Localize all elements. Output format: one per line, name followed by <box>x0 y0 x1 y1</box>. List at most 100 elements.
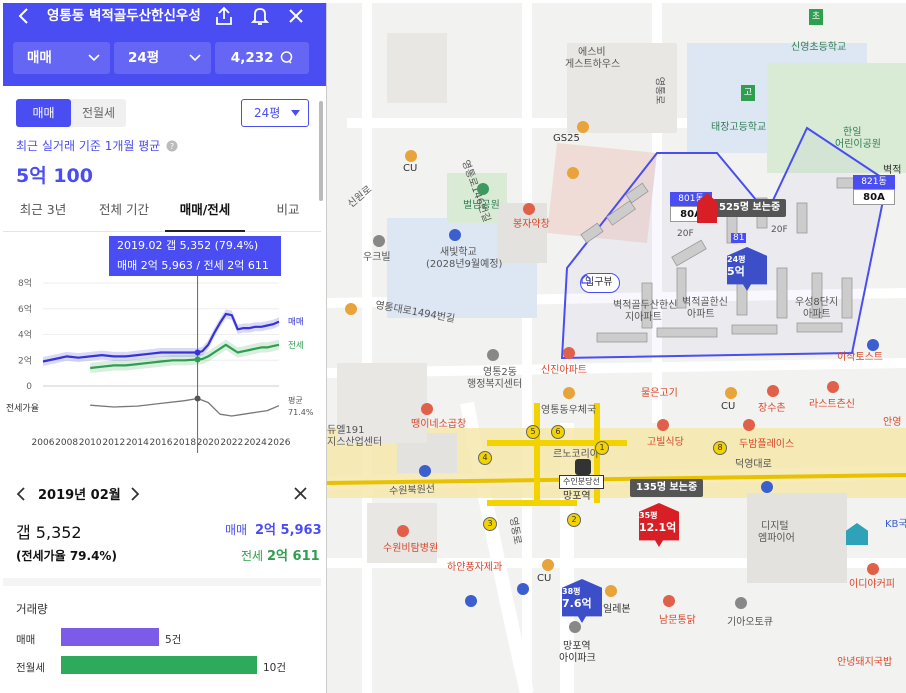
subway-station-icon[interactable] <box>575 459 591 475</box>
close-detail-icon[interactable] <box>294 487 307 500</box>
map-label[interactable]: 지아파트 <box>625 308 662 323</box>
building-icon[interactable] <box>373 235 385 247</box>
apartment-icon[interactable] <box>569 621 581 633</box>
map-label[interactable]: 벽적 <box>883 161 901 176</box>
map-label[interactable]: 아이파크 <box>559 649 596 664</box>
map-label[interactable]: 태장고등학교 <box>711 118 766 133</box>
map-label[interactable]: 이삭토스트 <box>837 348 883 363</box>
next-month-icon[interactable] <box>130 487 140 501</box>
map-label[interactable]: 어린이공원 <box>835 135 881 150</box>
map-label[interactable]: 남문통닭 <box>659 611 696 626</box>
car-service-icon[interactable] <box>735 597 747 609</box>
restaurant-icon[interactable] <box>421 403 433 415</box>
deal-type-select[interactable]: 매매 <box>13 42 110 74</box>
school-flag-icon[interactable]: 고 <box>741 85 755 101</box>
subway-exit-number[interactable]: 2 <box>567 513 581 527</box>
pyeong-dropdown[interactable]: 24평 <box>241 99 309 127</box>
tab-sale-jeonse[interactable]: 매매/전세 <box>165 198 245 232</box>
school-flag-icon[interactable]: 초 <box>809 9 823 25</box>
scrollbar[interactable] <box>319 101 323 201</box>
map-label[interactable]: 르노코리아 <box>553 445 599 460</box>
map-label[interactable]: 엠파이어 <box>758 529 795 544</box>
map-label[interactable]: 안영 <box>883 413 901 428</box>
park-icon[interactable] <box>477 183 489 195</box>
subway-exit-icon[interactable] <box>517 583 529 595</box>
map-label[interactable]: 이디야커피 <box>849 575 895 590</box>
map-label[interactable]: (2028년9월예정) <box>426 255 502 270</box>
tab-recent-3y[interactable]: 최근 3년 <box>13 198 73 232</box>
map-label[interactable]: 아파트 <box>687 305 715 320</box>
map-label[interactable]: 신영초등학교 <box>791 38 846 53</box>
subway-exit-number[interactable]: 3 <box>483 517 497 531</box>
map-label[interactable]: 수원비탐병원 <box>383 539 438 554</box>
pharmacy-icon[interactable] <box>523 203 535 215</box>
cafe-icon[interactable] <box>867 563 879 575</box>
bus-stop-icon[interactable] <box>465 595 477 607</box>
bus-stop-icon[interactable] <box>761 481 773 493</box>
restaurant-icon[interactable] <box>657 419 669 431</box>
map-label[interactable]: 기아오토큐 <box>727 613 773 628</box>
map-label[interactable]: 안녕돼지국밥 <box>837 653 892 668</box>
map-label[interactable]: 물은고기 <box>641 384 678 399</box>
restaurant-icon[interactable] <box>563 347 575 359</box>
map-label[interactable]: CU <box>537 573 551 584</box>
price-chart[interactable]: 8억 6억 4억 2억 0 전세가율 2006 2008 2010 2012 2014 2016 201… <box>3 273 321 453</box>
map-label[interactable]: 벌님공원 <box>463 196 500 211</box>
view-count-badge[interactable]: 525명 보는중 <box>713 199 787 217</box>
back-icon[interactable] <box>13 5 35 27</box>
restaurant-icon[interactable] <box>663 595 675 607</box>
map-label[interactable]: CU <box>721 401 735 412</box>
map-label[interactable]: 게스트하우스 <box>565 55 620 70</box>
comment-button[interactable]: 4,232 <box>215 42 309 74</box>
entrance-view-button[interactable]: 입구뷰 <box>580 273 620 293</box>
map-label[interactable]: 망포역 <box>563 487 591 502</box>
tab-compare[interactable]: 비교 <box>263 198 313 232</box>
bell-icon[interactable] <box>249 5 271 27</box>
convenience-store-icon[interactable] <box>542 559 554 571</box>
tab-all-period[interactable]: 전체 기간 <box>89 198 159 232</box>
convenience-store-icon[interactable] <box>605 585 617 597</box>
dong-number-partial[interactable]: 81 <box>731 233 747 243</box>
map-label[interactable]: 장수촌 <box>758 399 786 414</box>
prev-month-icon[interactable] <box>16 487 26 501</box>
dong-label-821[interactable]: 821동 80A <box>853 175 895 205</box>
school-icon[interactable] <box>449 229 461 241</box>
convenience-store-icon[interactable] <box>405 150 417 162</box>
subway-line-label[interactable]: 수인분당선 <box>559 475 604 489</box>
map-label[interactable]: 아파트 <box>803 305 831 320</box>
convenience-store-icon[interactable] <box>567 167 579 179</box>
hospital-icon[interactable] <box>397 525 409 537</box>
area-select[interactable]: 24평 <box>114 42 211 74</box>
map-label[interactable]: KB국 <box>885 515 906 530</box>
map-label[interactable]: 우크빌 <box>363 248 391 263</box>
subway-exit-number[interactable]: 1 <box>595 441 609 455</box>
view-count-badge[interactable]: 135명 보는중 <box>630 479 704 497</box>
convenience-store-icon[interactable] <box>345 303 357 315</box>
share-icon[interactable] <box>213 5 235 27</box>
close-icon[interactable] <box>285 5 307 27</box>
subway-exit-number[interactable]: 6 <box>551 425 565 439</box>
map-label[interactable]: 고빌식당 <box>647 433 684 448</box>
subway-exit-number[interactable]: 5 <box>526 425 540 439</box>
government-icon[interactable] <box>487 349 499 361</box>
price-pin-24[interactable]: 24평 5억 <box>727 247 767 291</box>
map-label[interactable]: 땡이네소곱창 <box>411 415 466 430</box>
map-label[interactable]: 봉자약창 <box>513 215 550 230</box>
map-label[interactable]: 지스산업센터 <box>327 433 382 448</box>
subway-exit-number[interactable]: 8 <box>713 441 727 455</box>
bus-stop-icon[interactable] <box>867 339 879 351</box>
restaurant-icon[interactable] <box>767 385 779 397</box>
map-label[interactable]: 영통동우체국 <box>541 401 596 416</box>
subway-exit-number[interactable]: 4 <box>478 451 492 465</box>
segment-rent[interactable]: 전월세 <box>71 99 126 127</box>
map-label[interactable]: 하얀풍자제과 <box>447 558 502 573</box>
restaurant-icon[interactable] <box>743 419 755 431</box>
post-office-icon[interactable] <box>563 387 575 399</box>
map-view[interactable]: 에스비 게스트하우스 GS25 CU 신원로 영통로146번길 벌님공원 봉자약… <box>327 3 906 693</box>
subway-icon[interactable] <box>419 465 431 477</box>
segment-sale[interactable]: 매매 <box>16 99 71 127</box>
convenience-store-icon[interactable] <box>577 121 589 133</box>
convenience-store-icon[interactable] <box>725 387 737 399</box>
map-label[interactable]: 라스트츤신 <box>809 395 855 410</box>
map-label[interactable]: 행정복지센터 <box>467 375 522 390</box>
